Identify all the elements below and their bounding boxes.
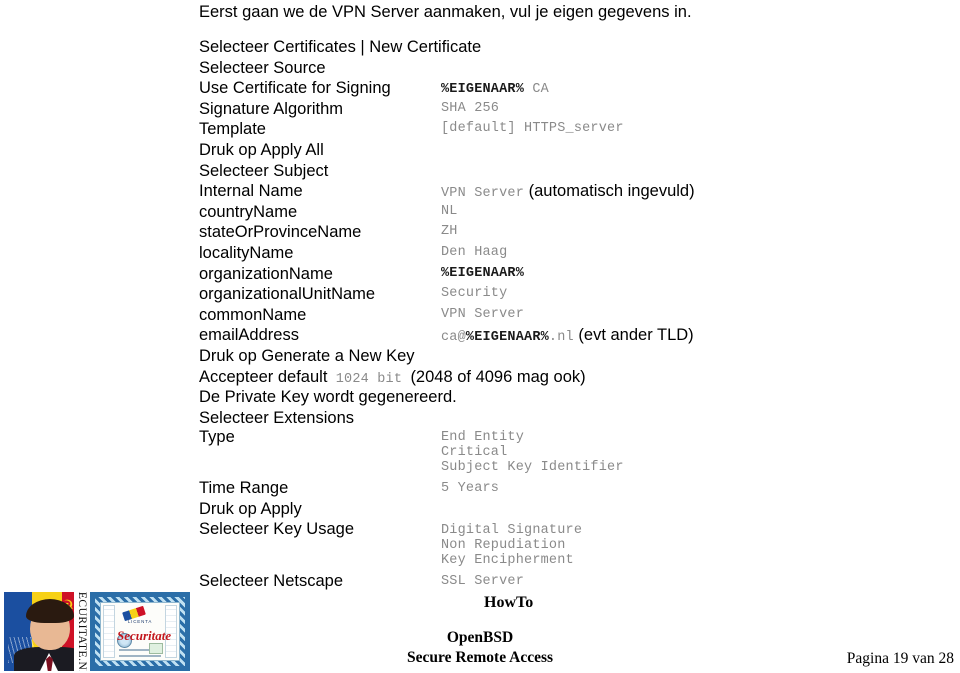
key-usage-value-0: Digital Signature [441, 523, 583, 538]
step-label: organizationName [199, 264, 333, 283]
time-range-label: Time Range [199, 479, 289, 497]
list-item: Internal Name VPN Server (automatisch in… [199, 181, 939, 202]
step-value: [default] HTTPS_server [441, 121, 624, 137]
email-local-part: ca@ [441, 330, 466, 346]
key-size-mono: 1024 bit [327, 371, 411, 387]
key-size-suffix: (2048 of 4096 mag ook) [410, 367, 586, 386]
key-usage-value-2: Key Encipherment [441, 553, 574, 568]
certificate-title: Securitate [117, 628, 172, 643]
type-value-block: End Entity Critical Subject Key Identifi… [441, 430, 624, 475]
intro-paragraph: Eerst gaan we de VPN Server aanmaken, vu… [199, 3, 692, 21]
list-item: localityName Den Haag [199, 243, 939, 264]
step-value-note: (evt ander TLD) [573, 326, 694, 345]
certificate-inner: LICENTA Securitate [100, 602, 180, 661]
securitate-banner-image: ☭ SECURITATE.NL LICENTA Securitate [4, 592, 190, 671]
type-value-1: Critical [441, 445, 508, 460]
netscape-label: Selecteer Netscape [199, 572, 343, 590]
step-label: Use Certificate for Signing [199, 79, 391, 98]
apply-label: Druk op Apply [199, 500, 302, 518]
step-value: VPN Server [441, 306, 525, 322]
step-label: Selecteer Certificates | New Certificate [199, 38, 482, 56]
list-item: Use Certificate for Signing %EIGENAAR% C… [199, 78, 939, 99]
portrait-photo: ☭ SECURITATE.NL [4, 592, 90, 671]
list-item: Selecteer Subject [199, 161, 939, 182]
email-tld: .nl [548, 330, 574, 346]
private-key-line: De Private Key wordt gegenereerd. [199, 387, 939, 408]
key-size-line: Accepteer default 1024 bit (2048 of 4096… [199, 367, 939, 388]
key-usage-value-1: Non Repudiation [441, 538, 566, 553]
netscape-value: SSL Server [441, 574, 525, 589]
step-value: Security [441, 286, 508, 302]
list-item: Template [default] HTTPS_server [199, 119, 939, 140]
step-value: SHA 256 [441, 100, 500, 116]
step-value-text: VPN Server [441, 186, 525, 202]
step-label: Signature Algorithm [199, 99, 343, 118]
page-number: Pagina 19 van 28 [846, 650, 954, 667]
certificate-subtitle: LICENTA [127, 619, 153, 624]
banner-vertical-label: SECURITATE.NL [74, 592, 90, 671]
step-value-text: CA [524, 82, 549, 98]
step-label: Druk op Generate a New Key [199, 346, 415, 365]
stamp-icon [149, 643, 163, 654]
step-value: %EIGENAAR% [441, 265, 525, 281]
step-label: commonName [199, 305, 307, 324]
step-label: Selecteer Source [199, 58, 326, 77]
step-label: Druk op Apply All [199, 140, 324, 159]
list-item: Selecteer Source [199, 58, 939, 79]
private-key-text: De Private Key wordt gegenereerd. [199, 388, 457, 407]
certificate-thumbnail: LICENTA Securitate [90, 592, 190, 671]
list-item: organizationName %EIGENAAR% [199, 264, 939, 285]
step-value: Den Haag [441, 244, 508, 260]
step-value: NL [441, 203, 458, 219]
owner-placeholder: %EIGENAAR% [441, 82, 525, 98]
certificate-rule [119, 655, 161, 657]
list-item: Druk op Apply All [199, 140, 939, 161]
time-range-value: 5 Years [441, 481, 500, 496]
step-label: organizationalUnitName [199, 285, 376, 304]
list-item: Selecteer Certificates | New Certificate [199, 37, 939, 58]
step-label: emailAddress [199, 326, 299, 345]
key-usage-label: Selecteer Key Usage [199, 520, 355, 538]
owner-placeholder: %EIGENAAR% [465, 330, 549, 346]
list-item: organizationalUnitName Security [199, 284, 939, 305]
list-item: Signature Algorithm SHA 256 [199, 99, 939, 120]
key-usage-value-block: Digital Signature Non Repudiation Key En… [441, 523, 582, 568]
list-item: emailAddress ca@%EIGENAAR%.nl (evt ander… [199, 325, 939, 346]
type-value-0: End Entity [441, 430, 525, 445]
list-item: stateOrProvinceName ZH [199, 222, 939, 243]
step-label: Template [199, 120, 266, 139]
howto-heading: HowTo [484, 594, 534, 611]
step-value: %EIGENAAR% CA [441, 78, 549, 101]
step-label: Internal Name [199, 182, 303, 201]
step-label: countryName [199, 202, 298, 221]
type-label: Type [199, 428, 235, 446]
key-size-prefix: Accepteer default [199, 367, 328, 386]
step-value: ZH [441, 224, 458, 240]
list-item: countryName NL [199, 202, 939, 223]
instruction-list: Selecteer Certificates | New Certificate… [199, 37, 939, 428]
type-value-2: Subject Key Identifier [441, 460, 624, 475]
step-label: stateOrProvinceName [199, 223, 362, 242]
certificate-left-column [103, 605, 115, 658]
extensions-label: Selecteer Extensions [199, 408, 355, 427]
step-label: Selecteer Subject [199, 161, 329, 180]
list-item: Druk op Generate a New Key [199, 346, 939, 367]
step-label: localityName [199, 243, 294, 262]
list-item: commonName VPN Server [199, 305, 939, 326]
extensions-section-label: Selecteer Extensions [199, 408, 939, 429]
step-value-note: (automatisch ingevuld) [524, 182, 695, 201]
